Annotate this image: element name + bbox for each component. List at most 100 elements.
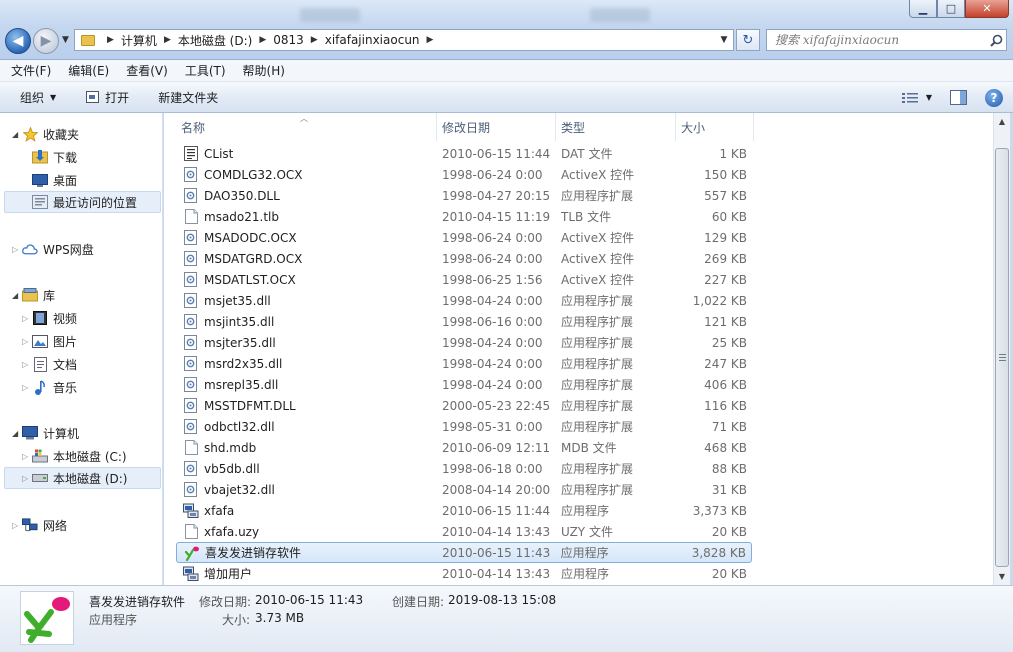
- file-row[interactable]: MSDATLST.OCX 1998-06-25 1:56 ActiveX 控件 227…: [176, 269, 752, 290]
- nav-desktop[interactable]: 桌面: [0, 169, 162, 191]
- menu-edit[interactable]: 编辑(E): [62, 62, 115, 79]
- collapsed-arrow-icon[interactable]: ▷: [22, 383, 28, 392]
- file-row[interactable]: msado21.tlb 2010-04-15 11:19 TLB 文件 60 KB: [176, 206, 752, 227]
- library-icon: [22, 288, 38, 302]
- column-header-date[interactable]: 修改日期: [437, 113, 556, 141]
- file-row[interactable]: xfafa.uzy 2010-04-14 13:43 UZY 文件 20 KB: [176, 521, 752, 542]
- file-row[interactable]: CList 2010-06-15 11:44 DAT 文件 1 KB: [176, 143, 752, 164]
- menu-view[interactable]: 查看(V): [120, 62, 174, 79]
- file-row[interactable]: msjter35.dll 1998-04-24 0:00 应用程序扩展 25 KB: [176, 332, 752, 353]
- file-row[interactable]: odbctl32.dll 1998-05-31 0:00 应用程序扩展 71 KB: [176, 416, 752, 437]
- address-bar[interactable]: ▶ 计算机 ▶ 本地磁盘 (D:) ▶ 0813 ▶ xifafajinxiao…: [74, 29, 734, 51]
- nav-favorites[interactable]: ◢ 收藏夹: [0, 123, 162, 145]
- file-name: shd.mdb: [204, 440, 257, 455]
- breadcrumb-current-folder[interactable]: xifafajinxiaocun: [325, 33, 420, 47]
- change-view-button[interactable]: ▼: [901, 92, 932, 104]
- expanded-arrow-icon[interactable]: ◢: [12, 429, 18, 438]
- menu-help[interactable]: 帮助(H): [237, 62, 291, 79]
- refresh-button[interactable]: ↻: [736, 29, 760, 51]
- file-type: 应用程序扩展: [561, 294, 634, 308]
- file-row[interactable]: MSDATGRD.OCX 1998-06-24 0:00 ActiveX 控件 269…: [176, 248, 752, 269]
- file-row[interactable]: msrd2x35.dll 1998-04-24 0:00 应用程序扩展 247 KB: [176, 353, 752, 374]
- help-button[interactable]: ?: [985, 88, 1003, 107]
- breadcrumb-drive-d[interactable]: 本地磁盘 (D:): [178, 32, 252, 49]
- new-folder-button[interactable]: 新建文件夹: [158, 82, 218, 112]
- file-row[interactable]: COMDLG32.OCX 1998-06-24 0:00 ActiveX 控件 150…: [176, 164, 752, 185]
- collapsed-arrow-icon[interactable]: ▷: [22, 360, 28, 369]
- breadcrumb-separator[interactable]: ▶: [311, 35, 318, 45]
- nav-recent-places[interactable]: 最近访问的位置: [4, 191, 161, 213]
- star-icon: [22, 126, 38, 142]
- expanded-arrow-icon[interactable]: ◢: [12, 130, 18, 139]
- file-row[interactable]: xfafa 2010-06-15 11:44 应用程序 3,373 KB: [176, 500, 752, 521]
- file-row[interactable]: 喜发发进销存软件 2010-06-15 11:43 应用程序 3,828 KB: [176, 542, 752, 563]
- nav-documents[interactable]: ▷ 文档: [0, 353, 162, 375]
- file-size: 121 KB: [704, 314, 747, 329]
- scroll-up-button[interactable]: ▲: [994, 113, 1010, 130]
- breadcrumb-separator[interactable]: ▶: [164, 35, 171, 45]
- breadcrumb-separator[interactable]: ▶: [259, 35, 266, 45]
- preview-pane-button[interactable]: [950, 90, 967, 105]
- organize-button[interactable]: 组织 ▼: [20, 82, 56, 112]
- scrollbar-thumb[interactable]: [995, 148, 1009, 567]
- file-row[interactable]: shd.mdb 2010-06-09 12:11 MDB 文件 468 KB: [176, 437, 752, 458]
- file-row[interactable]: vb5db.dll 1998-06-18 0:00 应用程序扩展 88 KB: [176, 458, 752, 479]
- address-dropdown-button[interactable]: ▼: [715, 35, 733, 45]
- new-folder-label: 新建文件夹: [158, 90, 219, 105]
- search-input[interactable]: [775, 33, 986, 47]
- file-row[interactable]: msjet35.dll 1998-04-24 0:00 应用程序扩展 1,022 KB: [176, 290, 752, 311]
- breadcrumb-computer[interactable]: 计算机: [121, 32, 157, 49]
- search-icon[interactable]: [986, 34, 1006, 47]
- file-name-cell: MSADODC.OCX: [176, 230, 437, 246]
- collapsed-arrow-icon[interactable]: ▷: [22, 337, 28, 346]
- forward-arrow-icon: ▶: [40, 33, 52, 49]
- close-button[interactable]: ✕: [965, 0, 1009, 18]
- file-row[interactable]: msrepl35.dll 1998-04-24 0:00 应用程序扩展 406 KB: [176, 374, 752, 395]
- file-row[interactable]: DAO350.DLL 1998-04-27 20:15 应用程序扩展 557 KB: [176, 185, 752, 206]
- chevron-down-icon: ▼: [62, 35, 69, 45]
- breadcrumb-separator[interactable]: ▶: [107, 35, 114, 45]
- file-row[interactable]: vbajet32.dll 2008-04-14 20:00 应用程序扩展 31 KB: [176, 479, 752, 500]
- menu-tools[interactable]: 工具(T): [179, 62, 232, 79]
- nav-network[interactable]: ▷ 网络: [0, 514, 162, 536]
- nav-pictures[interactable]: ▷ 图片: [0, 330, 162, 352]
- search-box[interactable]: [766, 29, 1007, 51]
- nav-drive-d[interactable]: ▷ 本地磁盘 (D:): [4, 467, 161, 489]
- nav-music[interactable]: ▷ 音乐: [0, 376, 162, 398]
- recent-pages-dropdown[interactable]: ▼: [62, 35, 69, 45]
- window-controls: ▁ □ ✕: [909, 0, 1009, 18]
- minimize-button[interactable]: ▁: [909, 0, 937, 18]
- file-name-cell: MSSTDFMT.DLL: [176, 398, 437, 414]
- menu-file[interactable]: 文件(F): [5, 62, 57, 79]
- dll-file-icon: [183, 398, 199, 414]
- nav-downloads[interactable]: 下载: [0, 146, 162, 168]
- file-row[interactable]: msjint35.dll 1998-06-16 0:00 应用程序扩展 121 KB: [176, 311, 752, 332]
- nav-videos[interactable]: ▷ 视频: [0, 307, 162, 329]
- forward-button[interactable]: ▶: [33, 28, 59, 54]
- breadcrumb-0813[interactable]: 0813: [273, 33, 304, 47]
- file-row[interactable]: MSSTDFMT.DLL 2000-05-23 22:45 应用程序扩展 116 KB: [176, 395, 752, 416]
- open-button[interactable]: 打开: [86, 82, 129, 112]
- expanded-arrow-icon[interactable]: ◢: [12, 291, 18, 300]
- nav-libraries[interactable]: ◢ 库: [0, 284, 162, 306]
- collapsed-arrow-icon[interactable]: ▷: [12, 245, 18, 254]
- column-header-size[interactable]: 大小: [676, 113, 754, 141]
- collapsed-arrow-icon[interactable]: ▷: [22, 452, 28, 461]
- collapsed-arrow-icon[interactable]: ▷: [12, 521, 18, 530]
- nav-wps-drive[interactable]: ▷ WPS网盘: [0, 238, 162, 260]
- file-row[interactable]: 增加用户 2010-04-14 13:43 应用程序 20 KB: [176, 563, 752, 584]
- network-icon: [22, 518, 38, 532]
- nav-computer[interactable]: ◢ 计算机: [0, 422, 162, 444]
- collapsed-arrow-icon[interactable]: ▷: [22, 314, 28, 323]
- maximize-button[interactable]: □: [937, 0, 965, 18]
- scroll-down-button[interactable]: ▼: [994, 568, 1010, 585]
- file-row[interactable]: MSADODC.OCX 1998-06-24 0:00 ActiveX 控件 129 …: [176, 227, 752, 248]
- column-header-name[interactable]: ︿ 名称: [176, 113, 437, 141]
- nav-drive-c[interactable]: ▷ 本地磁盘 (C:): [0, 445, 162, 467]
- breadcrumb-separator[interactable]: ▶: [427, 35, 434, 45]
- vertical-scrollbar[interactable]: ▲ ▼: [993, 113, 1010, 585]
- back-button[interactable]: ◀: [5, 28, 31, 54]
- column-header-type[interactable]: 类型: [556, 113, 676, 141]
- collapsed-arrow-icon[interactable]: ▷: [22, 474, 28, 483]
- downloads-folder-icon: [32, 150, 48, 164]
